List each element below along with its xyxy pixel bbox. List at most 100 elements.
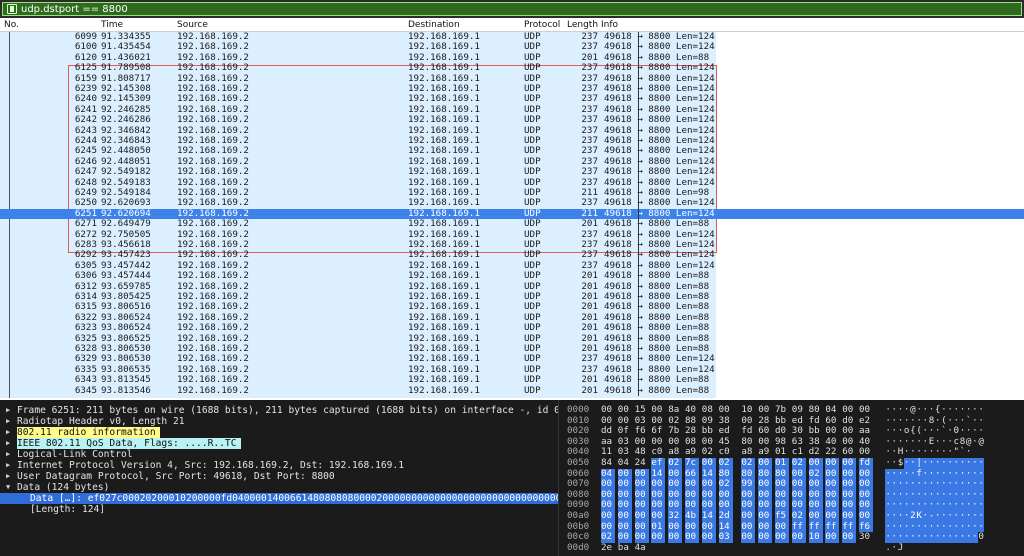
- packet-bytes-pane[interactable]: 0000 00 00 15 00 8a 40 08 00 10 00 7b 09 80 04 00 00 · · · ·…: [558, 400, 1024, 556]
- packet-row[interactable]: 6312 93.659785 192.168.169.2 192.168.169.1 U…: [0, 281, 1024, 292]
- hex-byte[interactable]: 02: [741, 457, 756, 469]
- hex-byte[interactable]: 00: [825, 457, 840, 469]
- packet-row-selected[interactable]: 6251 92.620694 192.168.169.2 192.168.169.1 U…: [0, 208, 1024, 220]
- packet-list[interactable]: 6099 91.334355 192.168.169.2 192.168.169.1 U…: [0, 32, 1024, 398]
- packet-row[interactable]: 6283 93.456618 192.168.169.2 192.168.169.1 U…: [0, 239, 1024, 250]
- hex-byte[interactable]: 00: [651, 510, 666, 522]
- expand-closed-icon[interactable]: ▶: [6, 460, 10, 471]
- hex-byte[interactable]: 14: [701, 510, 716, 522]
- packet-row[interactable]: 6245 92.448050 192.168.169.2 192.168.169.1 U…: [0, 145, 1024, 156]
- hex-byte[interactable]: 00: [791, 532, 806, 543]
- hex-byte[interactable]: 00: [601, 510, 615, 522]
- packet-row[interactable]: 6322 93.806524 192.168.169.2 192.168.169.1 U…: [0, 312, 1024, 323]
- hex-byte[interactable]: 02: [668, 457, 683, 469]
- hex-byte[interactable]: 2e: [601, 542, 615, 554]
- detail-tree-item[interactable]: ▶ IEEE 802.11 QoS Data, Flags: ....R..TC: [0, 438, 558, 449]
- packet-row[interactable]: 6328 93.806530 192.168.169.2 192.168.169.1 U…: [0, 343, 1024, 354]
- hex-byte[interactable]: 00: [634, 510, 649, 522]
- hex-byte[interactable]: f5: [775, 510, 789, 522]
- hex-byte[interactable]: 00: [701, 457, 716, 469]
- expand-closed-icon[interactable]: ▶: [6, 449, 10, 460]
- expand-closed-icon[interactable]: ▶: [6, 416, 10, 427]
- hex-byte[interactable]: 02: [791, 510, 806, 522]
- hex-byte[interactable]: 10: [808, 532, 823, 543]
- detail-tree-item[interactable]: Data […]: ef027c00020200010200000fd04000…: [0, 493, 558, 504]
- hex-byte[interactable]: 08: [702, 404, 716, 416]
- hex-byte[interactable]: 00: [758, 404, 772, 416]
- packet-row[interactable]: 6242 92.246286 192.168.169.2 192.168.169.1 U…: [0, 114, 1024, 125]
- hex-byte[interactable]: 84: [601, 457, 615, 469]
- packet-row[interactable]: 6305 93.457442 192.168.169.2 192.168.169.1 U…: [0, 260, 1024, 271]
- expand-closed-icon[interactable]: ▶: [6, 471, 10, 482]
- hex-byte[interactable]: 00: [842, 510, 857, 522]
- hex-byte[interactable]: 00: [651, 404, 665, 416]
- packet-row[interactable]: 6240 92.145309 192.168.169.2 192.168.169.1 U…: [0, 93, 1024, 104]
- packet-details-pane[interactable]: ▶ Frame 6251: 211 bytes on wire (1688 bit…: [0, 400, 558, 556]
- hex-byte[interactable]: 00: [618, 404, 632, 416]
- packet-row[interactable]: 6159 91.808717 192.168.169.2 192.168.169.1 U…: [0, 73, 1024, 84]
- hex-byte[interactable]: 00: [741, 510, 756, 522]
- packet-row[interactable]: 6120 91.436021 192.168.169.2 192.168.169.1 U…: [0, 52, 1024, 63]
- hex-byte[interactable]: fd: [859, 457, 873, 469]
- hex-byte[interactable]: 04: [618, 457, 632, 469]
- hex-byte[interactable]: 02: [718, 457, 733, 469]
- packet-row[interactable]: 6315 93.806516 192.168.169.2 192.168.169.1 U…: [0, 301, 1024, 312]
- packet-row[interactable]: 6325 93.806525 192.168.169.2 192.168.169.1 U…: [0, 333, 1024, 344]
- hex-byte[interactable]: 7c: [685, 457, 699, 469]
- hex-byte[interactable]: 7b: [775, 404, 789, 416]
- column-header-length[interactable]: Length: [567, 20, 598, 30]
- column-header-info[interactable]: Info: [601, 20, 618, 30]
- hex-byte[interactable]: 00: [859, 404, 873, 416]
- packet-row[interactable]: 6099 91.334355 192.168.169.2 192.168.169.1 U…: [0, 32, 1024, 42]
- packet-row[interactable]: 6125 91.789508 192.168.169.2 192.168.169.1 U…: [0, 62, 1024, 73]
- column-header-destination[interactable]: Destination: [408, 20, 460, 30]
- expand-closed-icon[interactable]: ▶: [6, 427, 10, 438]
- hex-byte[interactable]: 01: [775, 457, 789, 469]
- detail-tree-item[interactable]: ▶ Frame 6251: 211 bytes on wire (1688 bit…: [0, 405, 558, 416]
- packet-row[interactable]: 6249 92.549184 192.168.169.2 192.168.169.1 U…: [0, 187, 1024, 198]
- hex-byte[interactable]: ef: [651, 457, 666, 469]
- packet-row[interactable]: 6292 93.457423 192.168.169.2 192.168.169.1 U…: [0, 249, 1024, 260]
- hex-byte[interactable]: 00: [775, 532, 789, 543]
- packet-row[interactable]: 6100 91.435454 192.168.169.2 192.168.169.1 U…: [0, 41, 1024, 52]
- expand-open-icon[interactable]: ▼: [6, 482, 10, 493]
- expand-closed-icon[interactable]: ▶: [6, 438, 10, 449]
- hex-byte[interactable]: 00: [758, 457, 773, 469]
- hex-byte[interactable]: 00: [842, 404, 856, 416]
- packet-row[interactable]: 6335 93.806535 192.168.169.2 192.168.169.1 U…: [0, 364, 1024, 375]
- hex-byte[interactable]: 10: [741, 404, 755, 416]
- hex-byte[interactable]: 00: [617, 510, 632, 522]
- hex-byte[interactable]: 4b: [685, 510, 699, 522]
- hex-byte[interactable]: 00: [859, 510, 873, 522]
- hex-byte[interactable]: 00: [651, 532, 666, 543]
- packet-row[interactable]: 6248 92.549183 192.168.169.2 192.168.169.1 U…: [0, 177, 1024, 188]
- packet-row[interactable]: 6343 93.813545 192.168.169.2 192.168.169.1 U…: [0, 374, 1024, 385]
- hex-byte[interactable]: 09: [792, 404, 806, 416]
- hex-byte[interactable]: 32: [668, 510, 683, 522]
- column-header-protocol[interactable]: Protocol: [524, 20, 560, 30]
- hex-byte[interactable]: ba: [618, 542, 632, 554]
- packet-row[interactable]: 6271 92.649479 192.168.169.2 192.168.169.1 U…: [0, 218, 1024, 229]
- detail-tree-item[interactable]: [Length: 124]: [0, 504, 558, 515]
- display-filter-input[interactable]: udp.dstport == 8800: [2, 2, 1022, 16]
- hex-byte[interactable]: 00: [758, 532, 773, 543]
- packet-row[interactable]: 6239 92.145308 192.168.169.2 192.168.169.1 U…: [0, 83, 1024, 94]
- hex-byte[interactable]: 04: [825, 404, 839, 416]
- column-header-time[interactable]: Time: [101, 20, 123, 30]
- detail-tree-item[interactable]: ▶ Logical-Link Control: [0, 449, 558, 460]
- hex-byte[interactable]: 00: [668, 532, 683, 543]
- expand-closed-icon[interactable]: ▶: [6, 405, 10, 416]
- hex-byte[interactable]: 00: [842, 457, 857, 469]
- hex-byte[interactable]: 00: [842, 532, 857, 543]
- packet-row[interactable]: 6345 93.813546 192.168.169.2 192.168.169.1 U…: [0, 385, 1024, 396]
- packet-row[interactable]: 6244 92.346843 192.168.169.2 192.168.169.1 U…: [0, 135, 1024, 146]
- hex-byte[interactable]: 03: [718, 532, 733, 543]
- hex-byte[interactable]: 24: [635, 457, 649, 469]
- packet-row[interactable]: 6314 93.805425 192.168.169.2 192.168.169.1 U…: [0, 291, 1024, 302]
- hex-byte[interactable]: 00: [701, 532, 716, 543]
- column-header-no[interactable]: No.: [4, 20, 19, 30]
- hex-byte[interactable]: 00: [685, 532, 699, 543]
- packet-row[interactable]: 6246 92.448051 192.168.169.2 192.168.169.1 U…: [0, 156, 1024, 167]
- packet-row[interactable]: 6247 92.549182 192.168.169.2 192.168.169.1 U…: [0, 166, 1024, 177]
- hex-byte[interactable]: 00: [601, 404, 615, 416]
